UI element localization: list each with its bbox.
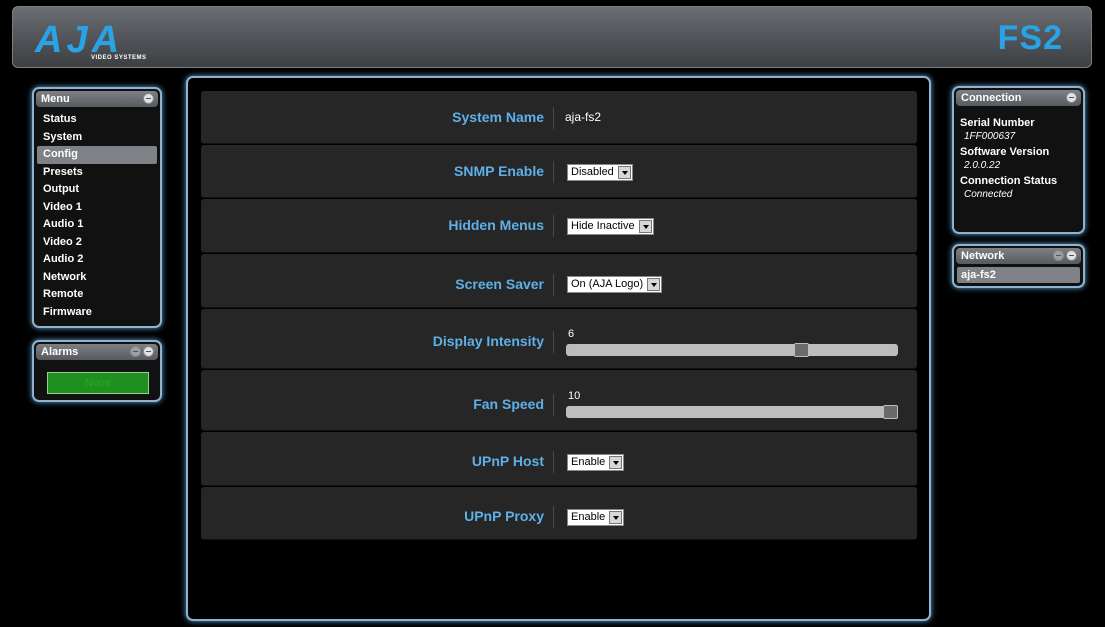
menu-item-audio-2[interactable]: Audio 2 [37,251,157,269]
upnp-proxy-row: UPnP Proxy Enable [201,487,917,540]
row-divider [553,107,554,129]
snmp-select[interactable]: Disabled [567,164,633,181]
alarms-panel: Alarms None [32,340,162,402]
upnp-proxy-select-value: Enable [571,511,606,523]
menu-item-system[interactable]: System [37,129,157,147]
screen-saver-row: Screen Saver On (AJA Logo) [201,254,917,308]
serial-number-value: 1FF000637 [964,131,1016,142]
software-version-value: 2.0.0.22 [964,160,1001,171]
alarm-status-indicator: None [47,372,149,394]
network-title: Network [961,250,1005,262]
system-name-label: System Name [452,109,544,125]
row-divider [553,394,554,416]
aja-logo: AJA VIDEO SYSTEMS [35,21,185,65]
collapse-icon[interactable] [1066,92,1077,103]
hidden-menus-label: Hidden Menus [448,217,544,233]
menu-item-status[interactable]: Status [37,111,157,129]
menu-item-remote[interactable]: Remote [37,286,157,304]
chevron-down-icon[interactable] [638,220,652,233]
display-intensity-value: 6 [568,328,575,340]
logo-text: AJA [35,19,124,61]
network-panel: Network aja-fs2 [952,244,1085,288]
screen-saver-label: Screen Saver [455,276,544,292]
upnp-proxy-label: UPnP Proxy [464,508,544,524]
chevron-down-icon[interactable] [609,456,623,469]
connection-status-value: Connected [964,189,1013,200]
connection-body: Serial Number 1FF000637 Software Version… [954,108,1083,205]
product-name: FS2 [997,19,1063,57]
chevron-down-icon[interactable] [647,278,661,291]
row-divider [553,274,554,296]
row-divider [553,331,554,353]
menu-item-network[interactable]: Network [37,269,157,287]
software-version-label: Software Version [960,146,1050,158]
menu-item-config[interactable]: Config [37,146,157,164]
alarms-title: Alarms [41,346,79,358]
menu-title: Menu [41,93,70,105]
header-bar: AJA VIDEO SYSTEMS FS2 [12,6,1092,68]
hidden-menus-row: Hidden Menus Hide Inactive [201,199,917,253]
snmp-select-value: Disabled [571,166,614,178]
screen-saver-select-value: On (AJA Logo) [571,278,644,290]
fan-speed-row: Fan Speed 10 [201,370,917,431]
upnp-host-label: UPnP Host [471,453,544,469]
upnp-host-select[interactable]: Enable [567,454,625,471]
slider-thumb[interactable] [883,405,898,419]
connection-panel-header: Connection [956,90,1081,106]
fan-speed-value: 10 [568,390,581,402]
connection-title: Connection [961,92,1022,104]
menu-item-video-1[interactable]: Video 1 [37,199,157,217]
chevron-down-icon[interactable] [609,511,623,524]
collapse-icon[interactable] [143,93,154,104]
system-name-value[interactable]: aja-fs2 [565,110,601,124]
menu-item-firmware[interactable]: Firmware [37,304,157,322]
connection-status-label: Connection Status [960,175,1058,187]
slider-thumb[interactable] [794,343,809,357]
snmp-row: SNMP Enable Disabled [201,145,917,198]
collapse-icon[interactable] [1066,250,1077,261]
menu-item-video-2[interactable]: Video 2 [37,234,157,252]
hidden-menus-select-value: Hide Inactive [571,220,635,232]
collapse-icon[interactable] [143,346,154,357]
serial-number-label: Serial Number [960,117,1035,129]
upnp-host-row: UPnP Host Enable [201,432,917,486]
upnp-proxy-select[interactable]: Enable [567,509,625,526]
config-panel: System Name aja-fs2 SNMP Enable Disabled… [186,76,931,621]
menu-list: Status System Config Presets Output Vide… [34,109,160,321]
display-intensity-row: Display Intensity 6 [201,309,917,369]
fan-speed-label: Fan Speed [473,396,544,412]
menu-item-audio-1[interactable]: Audio 1 [37,216,157,234]
snmp-label: SNMP Enable [454,163,544,179]
network-panel-header: Network [956,248,1081,264]
fan-speed-slider[interactable] [566,405,898,419]
row-divider [553,506,554,528]
menu-item-presets[interactable]: Presets [37,164,157,182]
display-intensity-label: Display Intensity [432,333,544,349]
network-item-device[interactable]: aja-fs2 [957,267,1080,283]
logo-subtext: VIDEO SYSTEMS [91,55,147,61]
alarms-panel-header: Alarms [36,344,158,360]
row-divider [553,215,554,237]
menu-item-output[interactable]: Output [37,181,157,199]
menu-panel-header: Menu [36,91,158,107]
row-divider [553,161,554,183]
connection-panel: Connection Serial Number 1FF000637 Softw… [952,86,1085,234]
system-name-row: System Name aja-fs2 [201,91,917,144]
menu-panel: Menu Status System Config Presets Output… [32,87,162,328]
screen-saver-select[interactable]: On (AJA Logo) [567,276,663,293]
row-divider [553,451,554,473]
chevron-down-icon[interactable] [617,166,631,179]
refresh-icon[interactable] [1053,250,1064,261]
refresh-icon[interactable] [130,346,141,357]
hidden-menus-select[interactable]: Hide Inactive [567,218,654,235]
display-intensity-slider[interactable] [566,343,898,357]
upnp-host-select-value: Enable [571,456,606,468]
